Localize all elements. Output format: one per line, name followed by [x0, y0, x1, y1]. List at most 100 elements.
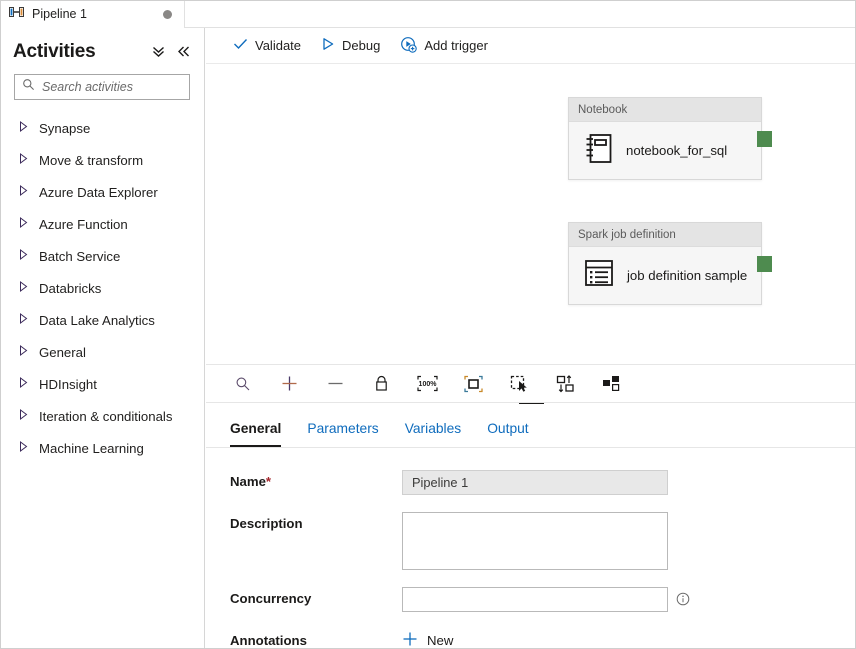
concurrency-label: Concurrency [230, 591, 312, 606]
form-row-concurrency: Concurrency [230, 587, 856, 612]
sidebar-item-hdinsight[interactable]: HDInsight [0, 368, 204, 400]
expand-triangle-icon [19, 119, 28, 137]
expand-triangle-icon [19, 151, 28, 169]
description-field[interactable] [402, 512, 668, 570]
page-title: Activities [13, 41, 96, 62]
double-chevron-down-icon[interactable] [151, 45, 166, 58]
sidebar-item-label: Databricks [39, 280, 102, 296]
spark-job-definition-icon [584, 259, 614, 292]
pipeline-designer-window: Pipeline 1 Activities Search activities … [0, 0, 856, 649]
tab-general[interactable]: General [230, 421, 282, 447]
sidebar-item-label: General [39, 344, 86, 360]
auto-layout-icon[interactable] [598, 371, 624, 397]
add-annotation-label: New [427, 633, 454, 648]
activity-name-label: notebook_for_sql [626, 143, 728, 158]
properties-tab-bar: General Parameters Variables Output [206, 404, 856, 448]
auto-align-icon[interactable] [552, 371, 578, 397]
expand-triangle-icon [19, 215, 28, 233]
zoom-100-percent-icon[interactable]: 100% [414, 371, 440, 397]
add-trigger-icon [400, 36, 418, 56]
validate-label: Validate [255, 38, 302, 53]
activity-node-notebook[interactable]: Notebook notebook_for_sql [568, 97, 772, 180]
output-connector[interactable] [757, 130, 772, 147]
marquee-select-icon[interactable] [506, 371, 532, 397]
search-input[interactable]: Search activities [14, 74, 190, 100]
sidebar-item-label: Azure Data Explorer [39, 184, 158, 200]
name-field[interactable] [402, 470, 668, 495]
minus-icon[interactable] [322, 371, 348, 397]
info-icon[interactable] [676, 587, 690, 611]
zoom-tool-group: 100% [206, 371, 624, 397]
search-container: Search activities [0, 64, 204, 100]
expand-triangle-icon [19, 279, 28, 297]
general-form: Name* Description Concurrency [206, 448, 856, 649]
sidebar-item-label: HDInsight [39, 376, 97, 392]
activity-name-label: job definition sample [627, 268, 748, 283]
activity-node-header: Notebook [569, 98, 761, 122]
tab-strip-empty-area [185, 0, 856, 27]
expand-triangle-icon [19, 439, 28, 457]
search-placeholder: Search activities [42, 80, 134, 94]
activity-node-body: job definition sample [569, 247, 761, 304]
sidebar-item-azure-function[interactable]: Azure Function [0, 208, 204, 240]
sidebar-item-move-transform[interactable]: Move & transform [0, 144, 204, 176]
description-label: Description [230, 516, 303, 531]
add-annotation-button[interactable]: New [402, 629, 457, 649]
form-row-description: Description [230, 512, 856, 570]
name-label-text: Name [230, 474, 266, 489]
annotations-label: Annotations [230, 633, 307, 648]
checkmark-icon [233, 37, 248, 54]
double-chevron-left-icon[interactable] [177, 45, 191, 58]
activities-header: Activities [0, 28, 204, 64]
sidebar-item-batch-service[interactable]: Batch Service [0, 240, 204, 272]
sidebar-item-label: Data Lake Analytics [39, 312, 155, 328]
pipeline-graph-area[interactable]: Notebook notebook_for_sql Spark job defi… [206, 65, 856, 364]
form-row-name: Name* [230, 470, 856, 495]
activity-type-label: Spark job definition [578, 228, 676, 241]
sidebar-item-machine-learning[interactable]: Machine Learning [0, 432, 204, 464]
notebook-icon [584, 133, 613, 169]
tab-variables[interactable]: Variables [405, 421, 462, 447]
debug-label: Debug [342, 38, 381, 53]
fit-to-screen-icon[interactable] [460, 371, 486, 397]
sidebar-item-label: Iteration & conditionals [39, 408, 173, 424]
output-connector[interactable] [757, 255, 772, 272]
expand-triangle-icon [19, 343, 28, 361]
canvas-toolbar: Validate Debug Add trigger [206, 28, 856, 64]
activity-node-body: notebook_for_sql [569, 122, 761, 179]
activity-node-spark-job-definition[interactable]: Spark job definition job definition samp… [568, 222, 772, 305]
activities-sidebar: Activities Search activities Synapse Mov… [0, 28, 205, 649]
editor-tab-strip: Pipeline 1 [0, 0, 856, 28]
sidebar-item-general[interactable]: General [0, 336, 204, 368]
sidebar-item-iteration-conditionals[interactable]: Iteration & conditionals [0, 400, 204, 432]
tab-output[interactable]: Output [487, 421, 528, 447]
pipeline-icon [9, 5, 24, 23]
zoom-search-icon[interactable] [230, 371, 256, 397]
lock-icon[interactable] [368, 371, 394, 397]
name-label: Name* [230, 470, 402, 489]
sidebar-item-databricks[interactable]: Databricks [0, 272, 204, 304]
play-triangle-icon [321, 37, 335, 54]
svg-text:100%: 100% [418, 381, 437, 388]
canvas-zoom-toolbar: 100% [206, 365, 856, 406]
tab-label: Pipeline 1 [32, 7, 87, 21]
concurrency-field[interactable] [402, 587, 668, 612]
validate-button[interactable]: Validate [224, 33, 310, 59]
add-trigger-button[interactable]: Add trigger [391, 33, 497, 59]
expand-triangle-icon [19, 407, 28, 425]
debug-button[interactable]: Debug [312, 33, 389, 59]
expand-triangle-icon [19, 311, 28, 329]
search-icon [22, 78, 35, 96]
tab-parameters[interactable]: Parameters [307, 421, 378, 447]
activity-node-header: Spark job definition [569, 223, 761, 247]
sidebar-item-synapse[interactable]: Synapse [0, 112, 204, 144]
sidebar-item-label: Azure Function [39, 216, 128, 232]
sidebar-item-azure-data-explorer[interactable]: Azure Data Explorer [0, 176, 204, 208]
sidebar-item-label: Move & transform [39, 152, 144, 168]
plus-icon[interactable] [276, 371, 302, 397]
unsaved-dot [163, 9, 172, 19]
activities-header-actions [151, 45, 191, 60]
expand-triangle-icon [19, 375, 28, 393]
tab-pipeline-1[interactable]: Pipeline 1 [0, 0, 185, 28]
sidebar-item-data-lake-analytics[interactable]: Data Lake Analytics [0, 304, 204, 336]
